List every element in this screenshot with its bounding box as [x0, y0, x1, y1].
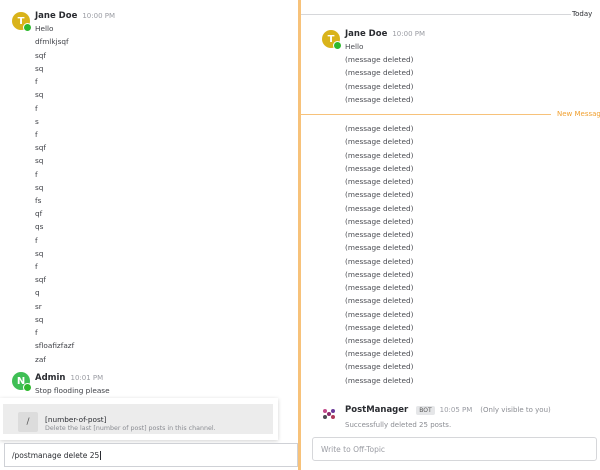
- online-status-icon: [23, 383, 32, 392]
- message-line: sq: [35, 249, 44, 258]
- deleted-message: (message deleted): [345, 323, 414, 332]
- message-line: dfmlkjsqf: [35, 37, 69, 46]
- message-line: sfloafizfazf: [35, 341, 75, 350]
- deleted-message: (message deleted): [345, 376, 414, 385]
- message-header: Jane Doe 10:00 PM: [35, 11, 115, 21]
- bot-message-text: Successfully deleted 25 posts.: [345, 421, 452, 429]
- new-messages-line: [301, 114, 551, 115]
- deleted-message: (message deleted): [345, 151, 414, 160]
- author-name[interactable]: Jane Doe: [35, 11, 77, 21]
- message-line: f: [35, 262, 38, 271]
- message-line: f: [35, 236, 38, 245]
- deleted-message: (message deleted): [345, 283, 414, 292]
- message-line: q: [35, 288, 40, 297]
- message-input-right[interactable]: Write to Off-Topic: [312, 437, 597, 461]
- message-line: f: [35, 328, 38, 337]
- deleted-message: (message deleted): [345, 137, 414, 146]
- online-status-icon: [23, 23, 32, 32]
- deleted-message: (message deleted): [345, 124, 414, 133]
- message-line: s: [35, 117, 39, 126]
- message-line: qs: [35, 222, 44, 231]
- slash-command-icon: /: [18, 412, 38, 432]
- avatar-jane-doe[interactable]: T: [12, 12, 32, 32]
- message-line: qf: [35, 209, 43, 218]
- visibility-note: (Only visible to you): [480, 406, 551, 414]
- message-line: f: [35, 170, 38, 179]
- deleted-message: (message deleted): [345, 164, 414, 173]
- bot-badge: BOT: [416, 405, 435, 415]
- deleted-message: (message deleted): [345, 204, 414, 213]
- deleted-message: (message deleted): [345, 68, 414, 77]
- deleted-message: (message deleted): [345, 177, 414, 186]
- suggestion-description: Delete the last [number of post] posts i…: [45, 425, 216, 432]
- message-time[interactable]: 10:05 PM: [440, 406, 473, 414]
- message-input-placeholder: Write to Off-Topic: [321, 445, 386, 454]
- message-line: f: [35, 77, 38, 86]
- date-divider-line: [301, 14, 571, 15]
- command-suggestion-item[interactable]: / [number-of-post] Delete the last [numb…: [3, 404, 273, 434]
- deleted-message: (message deleted): [345, 217, 414, 226]
- deleted-message: (message deleted): [345, 55, 414, 64]
- message-line: f: [35, 130, 38, 139]
- avatar-jane-doe[interactable]: T: [322, 30, 342, 50]
- suggestion-title: [number-of-post]: [45, 415, 107, 424]
- message-input-value: /postmanage delete 25: [12, 451, 102, 460]
- message-header: Admin 10:01 PM: [35, 373, 103, 383]
- avatar-admin[interactable]: N: [12, 372, 32, 392]
- message-line: sq: [35, 156, 44, 165]
- app-window: T Jane Doe 10:00 PM Hello dfmlkjsqf sqf …: [0, 0, 600, 470]
- message-time[interactable]: 10:00 PM: [82, 12, 115, 20]
- text-caret: [100, 451, 102, 460]
- deleted-message: (message deleted): [345, 190, 414, 199]
- author-name[interactable]: Admin: [35, 373, 66, 383]
- deleted-message: (message deleted): [345, 349, 414, 358]
- message-line: zaf: [35, 355, 46, 364]
- message-time[interactable]: 10:01 PM: [71, 374, 104, 382]
- online-status-icon: [333, 41, 342, 50]
- deleted-message: (message deleted): [345, 270, 414, 279]
- bot-avatar-icon[interactable]: [322, 407, 336, 421]
- message-time[interactable]: 10:00 PM: [392, 30, 425, 38]
- deleted-message: (message deleted): [345, 230, 414, 239]
- date-divider-label: Today: [572, 10, 593, 18]
- bot-message-header: PostManager BOT 10:05 PM (Only visible t…: [345, 405, 551, 415]
- message-line: Stop flooding please: [35, 386, 110, 395]
- bot-author-name[interactable]: PostManager: [345, 405, 408, 415]
- deleted-message: (message deleted): [345, 243, 414, 252]
- left-channel-pane: T Jane Doe 10:00 PM Hello dfmlkjsqf sqf …: [0, 0, 298, 470]
- author-name[interactable]: Jane Doe: [345, 29, 387, 39]
- message-input-left[interactable]: /postmanage delete 25: [4, 443, 298, 467]
- message-header: Jane Doe 10:00 PM: [345, 29, 425, 39]
- message-line: sqf: [35, 51, 47, 60]
- new-messages-label: New Messag: [557, 110, 600, 118]
- message-line: sq: [35, 183, 44, 192]
- deleted-message: (message deleted): [345, 257, 414, 266]
- message-line: f: [35, 104, 38, 113]
- message-line: sq: [35, 90, 44, 99]
- message-line: sr: [35, 302, 42, 311]
- command-suggestion-list: / [number-of-post] Delete the last [numb…: [0, 398, 278, 440]
- deleted-message: (message deleted): [345, 296, 414, 305]
- deleted-message: (message deleted): [345, 82, 414, 91]
- message-line: sq: [35, 315, 44, 324]
- deleted-message: (message deleted): [345, 310, 414, 319]
- deleted-message: (message deleted): [345, 95, 414, 104]
- message-line: sq: [35, 64, 44, 73]
- message-line: fs: [35, 196, 42, 205]
- deleted-message: (message deleted): [345, 362, 414, 371]
- message-line: Hello: [345, 42, 364, 51]
- deleted-message: (message deleted): [345, 336, 414, 345]
- message-line: sqf: [35, 275, 47, 284]
- message-line: sqf: [35, 143, 47, 152]
- message-line: Hello: [35, 24, 54, 33]
